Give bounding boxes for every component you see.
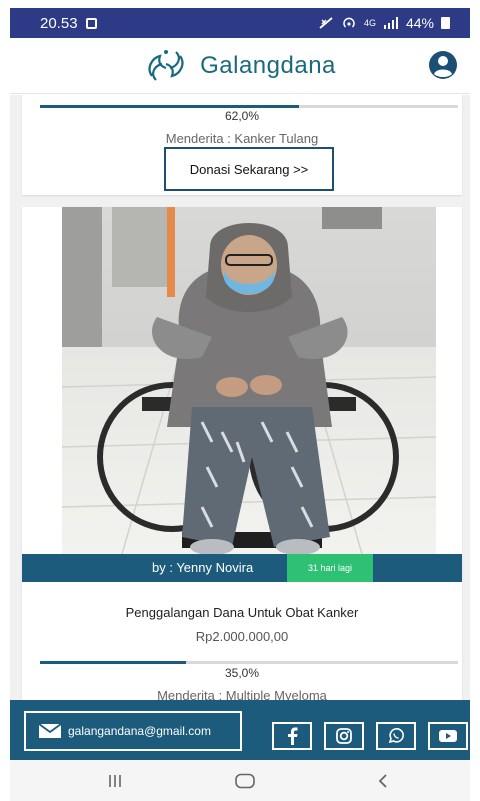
facebook-button[interactable] (272, 722, 312, 750)
battery-text: 44% (405, 15, 434, 31)
status-indicators: 4G 44% (318, 15, 450, 31)
campaign-list[interactable]: 62,0% Menderita : Kanker Tulang Donasi S… (10, 95, 470, 700)
organizer-label: by : Yenny Novira (152, 560, 254, 575)
email-contact-button[interactable]: galangandana@gmail.com (24, 711, 242, 751)
signal-icon (383, 17, 398, 29)
progress-percent: 35,0% (224, 666, 260, 680)
brand-name: Galangdana (200, 51, 336, 79)
hotspot-icon (343, 17, 355, 28)
progress-bar (40, 661, 458, 664)
instagram-icon (336, 728, 352, 744)
campaign-card-previous[interactable]: 62,0% Menderita : Kanker Tulang Donasi S… (22, 95, 462, 195)
progress-bar-previous (40, 105, 458, 108)
status-time-group: 20.53 (40, 15, 97, 32)
whatsapp-icon (388, 728, 404, 744)
campaign-photo[interactable] (62, 207, 436, 554)
back-icon (378, 774, 387, 788)
campaign-card[interactable]: by : Yenny Novira 31 hari lagi Penggalan… (22, 207, 462, 700)
campaign-info-bar: by : Yenny Novira 31 hari lagi (22, 554, 462, 582)
donate-now-button[interactable]: Donasi Sekarang >> (164, 147, 334, 191)
user-account-icon[interactable] (428, 50, 458, 80)
hands-logo-icon (148, 49, 184, 81)
progress-fill-previous (40, 105, 300, 108)
days-left-badge: 31 hari lagi (287, 554, 373, 582)
mail-icon (38, 723, 62, 738)
whatsapp-button[interactable] (376, 722, 416, 750)
campaign-title[interactable]: Penggalangan Dana Untuk Obat Kanker (22, 605, 462, 620)
progress-percent-previous: 62,0% (224, 109, 260, 123)
campaign-amount: Rp2.000.000,00 (195, 629, 289, 644)
back-button[interactable] (368, 770, 398, 792)
instagram-button[interactable] (324, 722, 364, 750)
network-type: 4G (363, 18, 376, 28)
sufferer-label-previous: Menderita : Kanker Tulang (165, 131, 319, 146)
sufferer-label: Menderita : Multiple Myeloma (157, 688, 327, 700)
recent-apps-button[interactable] (100, 770, 130, 792)
system-navigation-bar (10, 760, 470, 801)
brand[interactable]: Galangdana (144, 46, 336, 86)
status-time: 20.53 (40, 14, 78, 32)
home-button[interactable] (230, 770, 260, 792)
youtube-button[interactable] (428, 722, 468, 750)
footer: galangandana@gmail.com (10, 700, 470, 760)
mute-icon (319, 17, 333, 29)
status-bar: 20.53 4G 44% (10, 8, 470, 38)
email-address: galangandana@gmail.com (68, 724, 211, 738)
recent-apps-icon (109, 775, 121, 787)
youtube-icon (439, 730, 457, 742)
patient-wheelchair-image (62, 207, 436, 554)
app-header: Galangdana (10, 38, 470, 94)
facebook-icon (288, 727, 298, 745)
notification-icon (85, 17, 97, 29)
battery-icon (441, 17, 450, 29)
progress-fill (40, 661, 187, 664)
home-icon (235, 773, 255, 789)
